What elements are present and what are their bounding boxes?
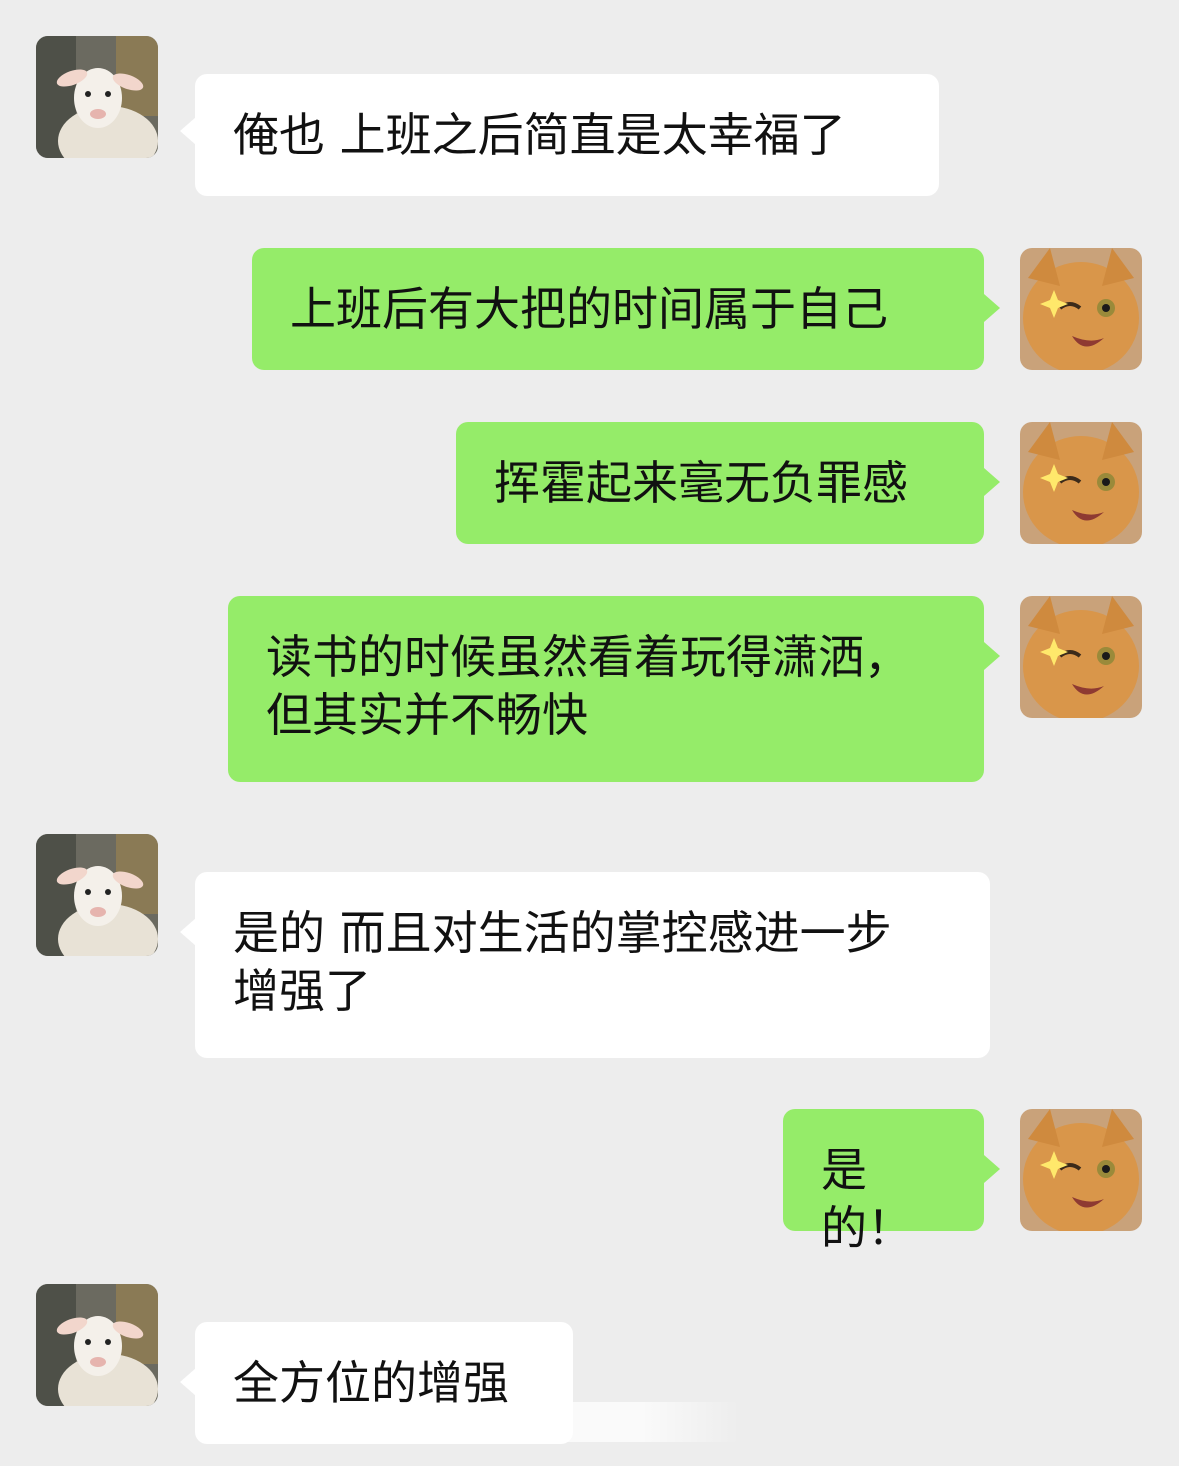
outgoing-message-bubble[interactable]: 挥霍起来毫无负罪感: [456, 422, 984, 544]
bubble-tail: [984, 294, 1000, 322]
bubble-tail: [984, 468, 1000, 496]
message-text: 俺也 上班之后简直是太幸福了: [233, 108, 846, 162]
message-text-line: 增强了: [233, 964, 371, 1018]
bubble-tail: [984, 1155, 1000, 1183]
lamb-avatar-icon[interactable]: [36, 1284, 158, 1406]
message-text-line: 但其实并不畅快: [266, 688, 588, 742]
watermark-overlay: [400, 1402, 740, 1442]
outgoing-message-bubble[interactable]: 上班后有大把的时间属于自己: [252, 248, 984, 370]
lamb-avatar-icon[interactable]: [36, 36, 158, 158]
message-text-line: 是的 而且对生活的掌控感进一步: [233, 906, 892, 960]
cat-avatar-icon[interactable]: [1020, 596, 1142, 718]
bubble-tail: [180, 1368, 196, 1396]
message-text-line: 读书的时候虽然看着玩得潇洒，: [266, 630, 910, 684]
message-text: 上班后有大把的时间属于自己: [290, 282, 888, 336]
bubble-tail: [984, 642, 1000, 670]
outgoing-message-bubble[interactable]: 读书的时候虽然看着玩得潇洒， 但其实并不畅快: [228, 596, 984, 782]
bubble-tail: [180, 918, 196, 946]
cat-avatar-icon[interactable]: [1020, 248, 1142, 370]
cat-avatar-icon[interactable]: [1020, 422, 1142, 544]
incoming-message-bubble[interactable]: 是的 而且对生活的掌控感进一步 增强了: [195, 872, 990, 1058]
message-text: 是的！: [821, 1143, 913, 1255]
cat-avatar-icon[interactable]: [1020, 1109, 1142, 1231]
lamb-avatar-icon[interactable]: [36, 834, 158, 956]
outgoing-message-bubble[interactable]: 是的！: [783, 1109, 984, 1255]
message-text: 挥霍起来毫无负罪感: [494, 456, 908, 510]
bubble-tail: [180, 117, 196, 145]
incoming-message-bubble[interactable]: 俺也 上班之后简直是太幸福了: [195, 74, 939, 196]
